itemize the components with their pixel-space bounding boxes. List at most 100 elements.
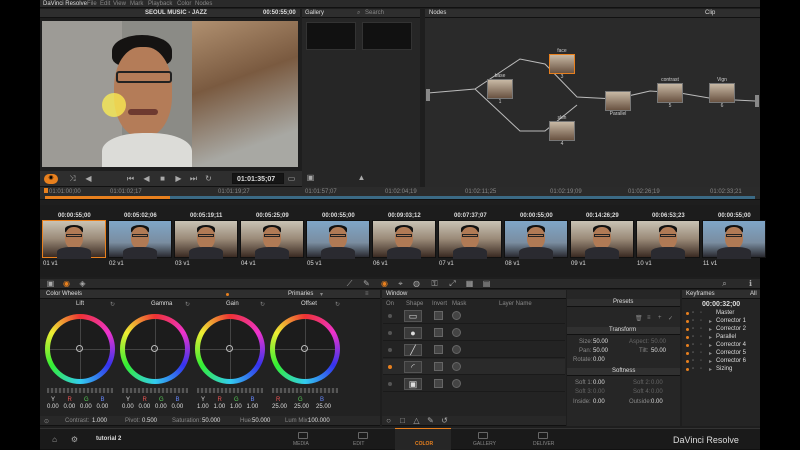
- channel-value[interactable]: 0.00: [122, 404, 134, 410]
- chevron-right-icon[interactable]: ▸: [709, 350, 712, 357]
- window-on-toggle[interactable]: [388, 348, 392, 352]
- tab-color[interactable]: COLOR: [415, 441, 433, 447]
- camera-raw-icon[interactable]: ▣: [46, 279, 55, 288]
- home-icon[interactable]: ⌂: [50, 435, 59, 444]
- sizing-icon[interactable]: ⤢: [448, 279, 457, 288]
- tab-gallery[interactable]: GALLERY: [473, 441, 496, 447]
- menu-file[interactable]: File: [87, 1, 97, 7]
- clip-thumbnail[interactable]: [42, 220, 106, 259]
- viewer-image[interactable]: [42, 21, 298, 167]
- channel-value[interactable]: 1.00: [247, 404, 259, 410]
- deliver-icon[interactable]: [538, 432, 548, 439]
- info-icon[interactable]: ℹ: [746, 279, 755, 288]
- clip-thumbnail[interactable]: [636, 220, 700, 259]
- pivot-value[interactable]: 0.500: [142, 418, 157, 424]
- window-mask-toggle[interactable]: [452, 362, 461, 371]
- eye-icon[interactable]: ◦: [700, 350, 702, 356]
- curves-icon[interactable]: ⟋: [345, 279, 354, 288]
- chevron-right-icon[interactable]: ▸: [709, 342, 712, 349]
- eye-icon[interactable]: ◦: [700, 342, 702, 348]
- master-wheel-slider[interactable]: [122, 388, 188, 393]
- channel-value[interactable]: 25.00: [272, 404, 287, 410]
- scopes-icon[interactable]: ▤: [482, 279, 491, 288]
- channel-value[interactable]: 0.00: [97, 404, 109, 410]
- chevron-right-icon[interactable]: ▸: [709, 366, 712, 373]
- tracker-icon[interactable]: ⌖: [396, 279, 405, 288]
- channel-value[interactable]: 0.00: [139, 404, 151, 410]
- chevron-right-icon[interactable]: ▸: [709, 358, 712, 365]
- lock-icon[interactable]: ▫: [692, 318, 694, 324]
- soft3-value[interactable]: 0.00: [593, 389, 605, 395]
- wheel-puck[interactable]: [301, 345, 308, 352]
- node-output-handle[interactable]: [755, 95, 759, 107]
- window-polygon-tool-icon[interactable]: △: [412, 416, 421, 425]
- node-4[interactable]: skin 4: [549, 115, 575, 147]
- eye-icon[interactable]: ◦: [700, 366, 702, 372]
- check-icon[interactable]: ✓: [668, 315, 673, 322]
- channel-value[interactable]: 0.00: [64, 404, 76, 410]
- channel-value[interactable]: 0.00: [172, 404, 184, 410]
- soft1-value[interactable]: 0.00: [593, 380, 605, 386]
- node-5[interactable]: contrast 5: [657, 77, 683, 109]
- tilt-value[interactable]: 50.00: [651, 348, 666, 354]
- window-invert-toggle[interactable]: [434, 362, 443, 371]
- add-preset-icon[interactable]: +: [658, 315, 662, 321]
- menu-playback[interactable]: Playback: [148, 1, 172, 7]
- clip-thumbnail[interactable]: [372, 220, 436, 259]
- window-circle-tool-icon[interactable]: ○: [384, 416, 393, 425]
- window-invert-toggle[interactable]: [434, 311, 443, 320]
- window-shape-icon[interactable]: ▭: [404, 310, 422, 322]
- media-icon[interactable]: [298, 432, 308, 439]
- chevron-right-icon[interactable]: ▸: [709, 318, 712, 325]
- play-icon[interactable]: ▶: [174, 174, 183, 183]
- channel-value[interactable]: 1.00: [197, 404, 209, 410]
- clip-thumbnail[interactable]: [240, 220, 304, 259]
- keyframe-zoom-icon[interactable]: ⌕: [720, 279, 729, 288]
- window-on-toggle[interactable]: [388, 382, 392, 386]
- audio-icon[interactable]: ◀: [84, 174, 93, 183]
- window-shape-icon[interactable]: ▣: [404, 378, 422, 390]
- window-tab-icon[interactable]: ◉: [380, 279, 389, 288]
- eye-icon[interactable]: ◦: [700, 310, 702, 316]
- reset-icon[interactable]: ↻: [110, 301, 115, 308]
- timeline-clip-bar[interactable]: [45, 196, 170, 199]
- parallel-node[interactable]: Parallel: [605, 91, 631, 117]
- aspect-value[interactable]: 50.00: [651, 339, 666, 345]
- window-shape-icon[interactable]: ╱: [404, 344, 422, 356]
- wheel-puck[interactable]: [151, 345, 158, 352]
- window-mask-toggle[interactable]: [452, 379, 461, 388]
- channel-value[interactable]: 25.00: [316, 404, 331, 410]
- chevron-right-icon[interactable]: ▸: [709, 326, 712, 333]
- loop-playback-icon[interactable]: ↻: [204, 174, 213, 183]
- eye-icon[interactable]: ◦: [700, 318, 702, 324]
- gallery-zoom-icon[interactable]: ▲: [357, 173, 366, 182]
- 3d-icon[interactable]: ▦: [465, 279, 474, 288]
- window-invert-toggle[interactable]: [434, 328, 443, 337]
- lock-icon[interactable]: ▫: [692, 310, 694, 316]
- saturation-value[interactable]: 50.000: [202, 418, 220, 424]
- blur-icon[interactable]: ◍: [412, 279, 421, 288]
- channel-value[interactable]: 1.00: [214, 404, 226, 410]
- clip-thumbnail[interactable]: [702, 220, 766, 259]
- master-wheel-slider[interactable]: [47, 388, 113, 393]
- channel-value[interactable]: 25.00: [294, 404, 309, 410]
- go-to-end-icon[interactable]: ⏭: [189, 174, 198, 183]
- lock-icon[interactable]: ▫: [692, 350, 694, 356]
- wheels-mode-select[interactable]: Primaries: [288, 291, 313, 297]
- node-3[interactable]: face 3: [549, 48, 575, 80]
- clip-thumbnail[interactable]: [504, 220, 568, 259]
- window-on-toggle[interactable]: [388, 331, 392, 335]
- pan-value[interactable]: 50.00: [593, 348, 608, 354]
- key-icon[interactable]: ⚿: [430, 279, 439, 288]
- gallery-still[interactable]: [306, 22, 356, 50]
- gallery-view-icon[interactable]: ▣: [306, 173, 315, 182]
- lock-icon[interactable]: ▫: [692, 358, 694, 364]
- chevron-down-icon[interactable]: ▾: [320, 291, 323, 298]
- channel-value[interactable]: 0.00: [155, 404, 167, 410]
- search-icon[interactable]: ⌕: [357, 10, 360, 17]
- menu-mark[interactable]: Mark: [130, 1, 143, 7]
- rotate-value[interactable]: 0.00: [593, 357, 605, 363]
- inside-value[interactable]: 0.00: [593, 399, 605, 405]
- clip-thumbnail[interactable]: [306, 220, 370, 259]
- window-curve-tool-icon[interactable]: ✎: [426, 416, 435, 425]
